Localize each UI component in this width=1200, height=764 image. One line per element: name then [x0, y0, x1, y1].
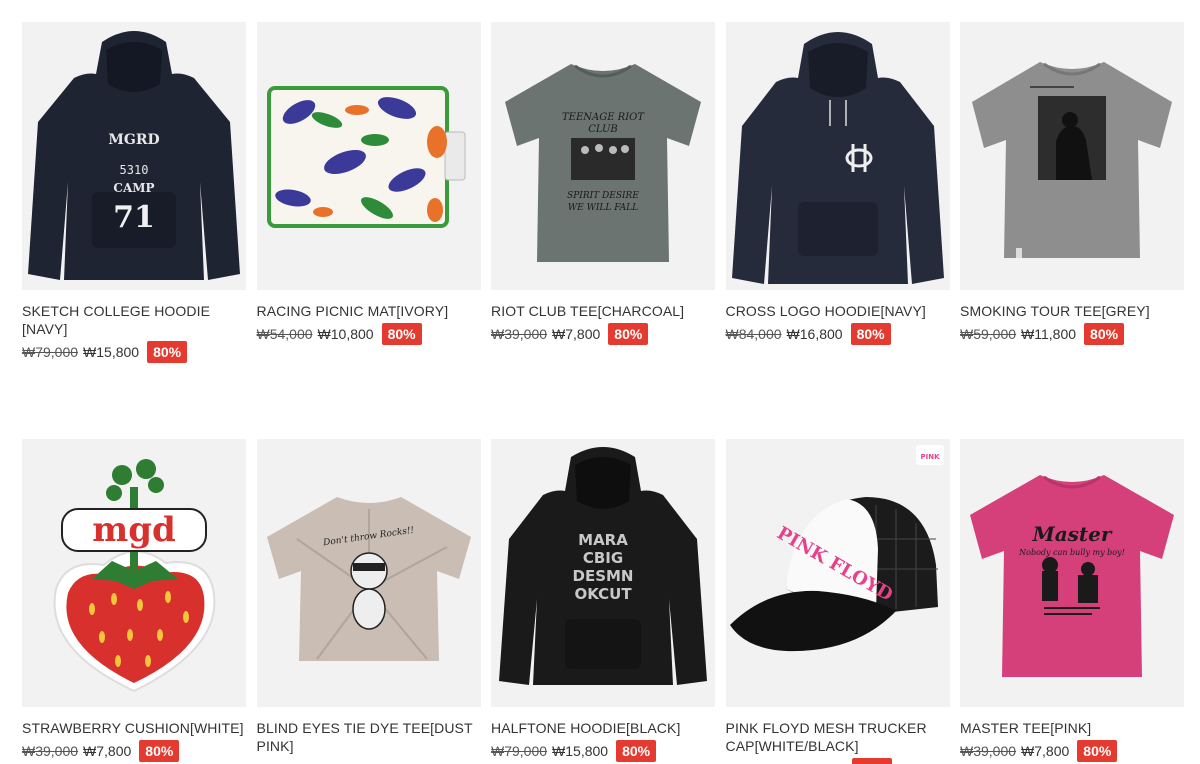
tie-dye-tee-icon: Don't throw Rocks!!: [266, 497, 471, 661]
product-image[interactable]: MARA CBIG DESMN OKCUT: [491, 439, 715, 707]
original-price: ₩79,000: [491, 743, 548, 759]
price-row: ₩79,000 ₩15,800 80%: [22, 341, 246, 363]
product-card[interactable]: MGRD 5310 CAMP 71 SKETCH COLLEGE HOODIE …: [22, 22, 246, 439]
svg-text:5310: 5310: [120, 163, 149, 177]
original-price: ₩54,000: [256, 326, 313, 342]
product-card[interactable]: Master Nobody can bully my boy! MASTER T…: [960, 439, 1184, 762]
svg-text:CLUB: CLUB: [588, 124, 618, 135]
sale-price: ₩15,800: [552, 743, 609, 759]
svg-text:Master: Master: [1032, 522, 1113, 546]
product-image[interactable]: [256, 22, 481, 290]
original-price: ₩79,000: [22, 344, 79, 360]
picnic-mat-icon: [266, 86, 465, 228]
product-card[interactable]: RACING PICNIC MAT[IVORY] ₩54,000 ₩10,800…: [256, 22, 481, 439]
strawberry-cushion-icon: mgd: [53, 459, 216, 693]
svg-text:Nobody can bully my boy!: Nobody can bully my boy!: [1018, 548, 1125, 557]
discount-badge: 80%: [381, 323, 422, 345]
trucker-cap-icon: PINK FLOYD PINK: [729, 445, 944, 652]
original-price: ₩59,000: [960, 326, 1017, 342]
svg-text:MGRD: MGRD: [108, 132, 159, 148]
product-card[interactable]: Don't throw Rocks!! BLIND EYES TIE DYE T…: [256, 439, 481, 761]
svg-text:71: 71: [113, 200, 155, 235]
svg-text:DESMN: DESMN: [573, 567, 634, 585]
product-name[interactable]: HALFTONE HOODIE[BLACK]: [491, 719, 715, 737]
discount-badge: 80%: [139, 740, 180, 762]
sale-price: ₩11,800: [1021, 326, 1077, 342]
sale-price: ₩7,800: [83, 743, 132, 759]
svg-text:MARA: MARA: [578, 531, 628, 549]
svg-text:CAMP: CAMP: [113, 181, 154, 195]
discount-badge: 80%: [147, 341, 188, 363]
discount-badge-partial: [851, 758, 892, 764]
price-row: ₩84,000 ₩16,800 80%: [726, 323, 950, 345]
discount-badge: 80%: [608, 323, 649, 345]
navy-hoodie-logo-icon: [731, 32, 944, 284]
black-hoodie-icon: MARA CBIG DESMN OKCUT: [499, 447, 707, 685]
product-name[interactable]: RIOT CLUB TEE[CHARCOAL]: [491, 302, 715, 320]
navy-hoodie-icon: MGRD 5310 CAMP 71: [28, 31, 240, 280]
product-name[interactable]: SKETCH COLLEGE HOODIE [NAVY]: [22, 302, 246, 338]
product-card[interactable]: MARA CBIG DESMN OKCUT HALFTONE HOODIE[BL…: [491, 439, 715, 762]
svg-text:mgd: mgd: [92, 510, 176, 550]
price-row: ₩59,000 ₩11,800 80%: [960, 323, 1184, 345]
product-card[interactable]: PINK FLOYD PINK PINK FLOYD MESH TRUCKER …: [725, 439, 950, 764]
product-image[interactable]: Master Nobody can bully my boy!: [960, 439, 1184, 707]
svg-text:SPIRIT DESIRE: SPIRIT DESIRE: [567, 191, 639, 201]
price-row: ₩39,000 ₩7,800 80%: [22, 740, 246, 762]
svg-text:TEENAGE RIOT: TEENAGE RIOT: [562, 112, 645, 123]
svg-text:WE WILL FALL: WE WILL FALL: [568, 203, 638, 213]
product-image[interactable]: PINK FLOYD PINK: [725, 439, 950, 707]
product-image[interactable]: mgd: [22, 439, 246, 707]
original-price: ₩39,000: [22, 743, 79, 759]
price-row: ₩39,000 ₩7,800 80%: [960, 740, 1184, 762]
product-grid: MGRD 5310 CAMP 71 SKETCH COLLEGE HOODIE …: [22, 22, 1184, 764]
product-name[interactable]: MASTER TEE[PINK]: [960, 719, 1184, 737]
product-name[interactable]: SMOKING TOUR TEE[GREY]: [960, 302, 1184, 320]
discount-badge: 80%: [1084, 323, 1125, 345]
original-price: ₩39,000: [960, 743, 1017, 759]
sale-price: ₩10,800: [317, 326, 374, 342]
discount-badge: 80%: [616, 740, 657, 762]
sale-price: ₩7,800: [552, 326, 601, 342]
price-row: ₩79,000 ₩15,800 80%: [491, 740, 715, 762]
svg-text:CBIG: CBIG: [583, 549, 623, 567]
product-image[interactable]: [960, 22, 1184, 290]
svg-text:OKCUT: OKCUT: [574, 585, 632, 603]
product-card[interactable]: TEENAGE RIOT CLUB SPIRIT DESIRE WE WILL …: [491, 22, 715, 439]
sale-price: ₩15,800: [83, 344, 140, 360]
product-name[interactable]: BLIND EYES TIE DYE TEE[DUST PINK]: [257, 719, 481, 755]
sale-price: ₩16,800: [786, 326, 843, 342]
grey-tee-photo-icon: [972, 62, 1172, 258]
product-card[interactable]: SMOKING TOUR TEE[GREY] ₩59,000 ₩11,800 8…: [960, 22, 1184, 439]
charcoal-tee-icon: TEENAGE RIOT CLUB SPIRIT DESIRE WE WILL …: [505, 64, 701, 262]
pink-tee-icon: Master Nobody can bully my boy!: [970, 475, 1174, 677]
product-image[interactable]: Don't throw Rocks!!: [256, 439, 481, 707]
discount-badge: 80%: [850, 323, 891, 345]
product-name[interactable]: STRAWBERRY CUSHION[WHITE]: [22, 719, 246, 737]
original-price: ₩84,000: [725, 326, 782, 342]
original-price: ₩39,000: [491, 326, 548, 342]
product-name[interactable]: PINK FLOYD MESH TRUCKER CAP[WHITE/BLACK]: [726, 719, 950, 755]
discount-badge: 80%: [1077, 740, 1118, 762]
product-image[interactable]: MGRD 5310 CAMP 71: [22, 22, 246, 290]
sale-price: ₩7,800: [1021, 743, 1070, 759]
product-name[interactable]: CROSS LOGO HOODIE[NAVY]: [726, 302, 950, 320]
product-card[interactable]: mgd STRAWBERRY CUSHION[WHITE] ₩39,000 ₩7…: [22, 439, 246, 762]
product-image[interactable]: [725, 22, 950, 290]
price-row: ₩39,000 ₩7,800 80%: [491, 323, 715, 345]
product-image[interactable]: TEENAGE RIOT CLUB SPIRIT DESIRE WE WILL …: [491, 22, 715, 290]
product-name[interactable]: RACING PICNIC MAT[IVORY]: [257, 302, 481, 320]
price-row: ₩54,000 ₩10,800 80%: [257, 323, 481, 345]
svg-text:PINK: PINK: [920, 453, 940, 461]
product-card[interactable]: CROSS LOGO HOODIE[NAVY] ₩84,000 ₩16,800 …: [725, 22, 950, 439]
